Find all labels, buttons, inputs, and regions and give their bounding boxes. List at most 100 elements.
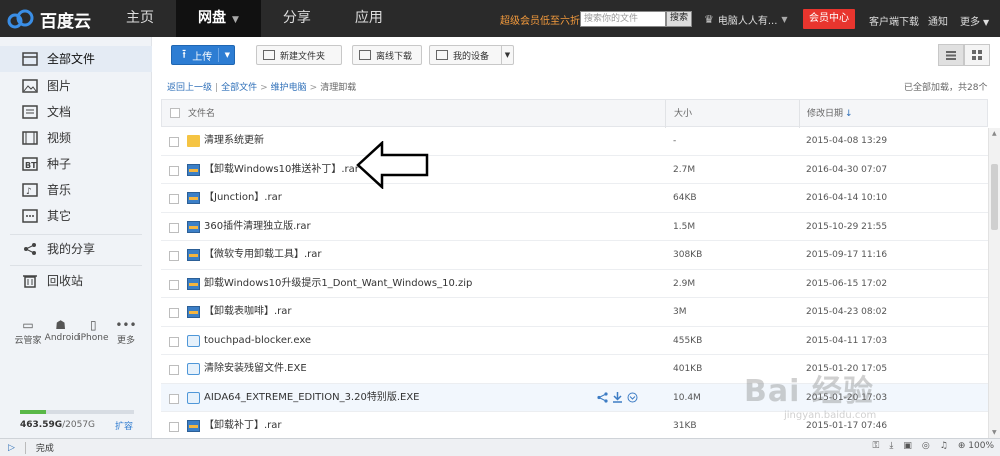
column-header-date[interactable]: 修改日期 ↓ — [807, 100, 853, 128]
file-name[interactable]: 【卸载Windows10推送补丁】.rar — [204, 156, 359, 184]
table-row[interactable]: 【卸载补丁】.rar 31KB 2015-01-17 07:46 — [161, 412, 988, 441]
lock-icon[interactable]: ⚿ — [873, 441, 880, 451]
file-date: 2015-10-29 21:55 — [806, 221, 888, 232]
more-options-icon[interactable] — [627, 392, 638, 403]
more-menu[interactable]: 更多 ▼ — [960, 13, 989, 28]
sidebar-item-documents[interactable]: 文档 — [0, 99, 152, 125]
row-checkbox[interactable] — [169, 365, 179, 375]
file-name[interactable]: 【卸载补丁】.rar — [204, 412, 282, 440]
nav-share[interactable]: 分享 — [261, 0, 333, 37]
column-header-name[interactable]: 文件名 — [188, 100, 215, 128]
row-checkbox[interactable] — [169, 222, 179, 233]
row-checkbox[interactable] — [169, 279, 179, 290]
file-name[interactable]: 清理系统更新 — [204, 127, 264, 155]
file-name[interactable]: 【Junction】.rar — [204, 184, 282, 212]
nav-apps[interactable]: 应用 — [333, 0, 405, 37]
row-checkbox[interactable] — [169, 251, 179, 261]
new-folder-button[interactable]: 新建文件夹 — [256, 45, 342, 65]
breadcrumb-back[interactable]: 返回上一级 — [167, 83, 212, 93]
sidebar-item-my-shares[interactable]: 我的分享 — [0, 236, 152, 262]
scrollbar-thumb[interactable] — [991, 164, 998, 230]
table-row[interactable]: 【微软专用卸载工具】.rar 308KB 2015-09-17 11:16 — [161, 241, 988, 270]
upload-button[interactable]: ⭱ 上传 ▼ — [171, 45, 235, 65]
download-icon[interactable] — [612, 391, 623, 403]
sidebar-item-music[interactable]: ♪ 音乐 — [0, 177, 152, 203]
zoom-level[interactable]: ⊕ 100% — [958, 441, 994, 451]
sidebar-item-label: 回收站 — [47, 274, 84, 288]
nav-home[interactable]: 主页 — [104, 0, 176, 37]
promo-link[interactable]: 超级会员低至六折 — [500, 12, 580, 27]
breadcrumb-all-files[interactable]: 全部文件 — [221, 83, 257, 93]
file-name[interactable]: 【卸载表咖啡】.rar — [204, 298, 292, 326]
table-row[interactable]: 【Junction】.rar 64KB 2016-04-14 10:10 — [161, 184, 988, 213]
chevron-down-icon[interactable]: ▼ — [225, 51, 230, 59]
table-row[interactable]: 【卸载表咖啡】.rar 3M 2015-04-23 08:02 — [161, 298, 988, 327]
crown-icon: ♛ — [704, 13, 714, 26]
share-icon[interactable] — [597, 391, 608, 403]
row-checkbox[interactable] — [169, 308, 179, 318]
row-checkbox[interactable] — [169, 165, 179, 176]
notifications-link[interactable]: 通知 — [928, 13, 948, 28]
download-manager-icon[interactable]: ⤓ — [889, 441, 893, 451]
table-row[interactable]: AIDA64_EXTREME_EDITION_3.20特别版.EXE 10.4M… — [161, 383, 988, 412]
zoom-value: 100% — [968, 441, 994, 451]
sidebar-item-videos[interactable]: 视频 — [0, 125, 152, 151]
file-name[interactable]: 卸载Windows10升级提示1_Dont_Want_Windows_10.zi… — [204, 270, 472, 298]
device-cloud-manager[interactable]: ▭ 云管家 — [12, 317, 44, 346]
network-icon[interactable]: ◎ — [922, 441, 930, 451]
sidebar-toggle-icon[interactable]: ▷ — [8, 443, 15, 453]
offline-download-button[interactable]: 离线下载 — [352, 45, 422, 65]
client-download-link[interactable]: 客户端下载 — [869, 13, 919, 28]
my-devices-button[interactable]: 我的设备 ▼ — [429, 45, 514, 65]
sidebar-item-torrents[interactable]: BT 种子 — [0, 151, 152, 177]
table-row[interactable]: 清理系统更新 - 2015-04-08 13:29 — [161, 127, 988, 156]
search-input[interactable]: 搜索你的文件 — [580, 11, 666, 27]
expand-storage-link[interactable]: 扩容 — [115, 419, 133, 432]
sidebar-item-all-files[interactable]: 全部文件 — [0, 46, 152, 72]
file-name[interactable]: 【微软专用卸载工具】.rar — [204, 241, 322, 269]
scroll-up-icon[interactable]: ▲ — [992, 130, 997, 137]
logo[interactable]: 百度云 — [6, 6, 91, 32]
user-menu[interactable]: ♛ 电脑人人有... ▼ — [704, 12, 788, 27]
scroll-down-icon[interactable]: ▼ — [992, 429, 997, 436]
device-android[interactable]: ☗ Android — [45, 317, 80, 346]
file-name[interactable]: AIDA64_EXTREME_EDITION_3.20特别版.EXE — [204, 384, 420, 412]
row-checkbox[interactable] — [169, 194, 179, 204]
table-row[interactable]: 卸载Windows10升级提示1_Dont_Want_Windows_10.zi… — [161, 270, 988, 298]
table-row[interactable]: 清除安装残留文件.EXE 401KB 2015-01-20 17:05 — [161, 355, 988, 384]
table-row[interactable]: touchpad-blocker.exe 455KB 2015-04-11 17… — [161, 327, 988, 355]
table-header: 文件名 大小 修改日期 ↓ — [161, 99, 988, 128]
status-divider — [24, 441, 26, 454]
speaker-icon[interactable]: ♫ — [940, 441, 948, 451]
row-checkbox[interactable] — [169, 137, 179, 147]
breadcrumb-parent[interactable]: 维护电脑 — [271, 83, 307, 93]
grid-view-button[interactable] — [964, 44, 990, 66]
select-all-checkbox[interactable] — [170, 108, 180, 118]
search-button[interactable]: 搜索 — [666, 11, 692, 27]
table-row[interactable]: 【卸载Windows10推送补丁】.rar 2.7M 2016-04-30 07… — [161, 156, 988, 184]
sidebar-item-recycle-bin[interactable]: 回收站 — [0, 268, 152, 294]
row-checkbox[interactable] — [169, 336, 179, 347]
list-view-button[interactable] — [938, 44, 964, 66]
vertical-scrollbar[interactable]: ▲ ▼ — [988, 128, 1000, 438]
file-name[interactable]: 清除安装残留文件.EXE — [204, 355, 307, 383]
sidebar-item-other[interactable]: 其它 — [0, 203, 152, 229]
column-header-size[interactable]: 大小 — [674, 100, 692, 128]
chevron-down-icon[interactable]: ▼ — [501, 46, 513, 64]
device-iphone[interactable]: ▯ iPhone — [77, 317, 109, 346]
file-name[interactable]: touchpad-blocker.exe — [204, 327, 311, 355]
sidebar-item-label: 我的分享 — [47, 242, 96, 256]
screen-icon[interactable]: ▣ — [903, 441, 912, 451]
row-checkbox[interactable] — [169, 393, 179, 404]
vip-center-button[interactable]: 会员中心 — [803, 9, 855, 29]
device-more[interactable]: ••• 更多 — [110, 317, 142, 346]
user-name: 电脑人人有... — [717, 16, 778, 27]
row-actions — [597, 391, 638, 403]
sidebar-item-images[interactable]: 图片 — [0, 73, 152, 99]
file-name[interactable]: 360插件清理独立版.rar — [204, 213, 311, 241]
file-size: 31KB — [673, 421, 697, 431]
download-icon — [359, 50, 371, 60]
row-checkbox[interactable] — [169, 422, 179, 432]
table-row[interactable]: 360插件清理独立版.rar 1.5M 2015-10-29 21:55 — [161, 213, 988, 241]
nav-netdisk[interactable]: 网盘 ▼ — [176, 0, 261, 37]
